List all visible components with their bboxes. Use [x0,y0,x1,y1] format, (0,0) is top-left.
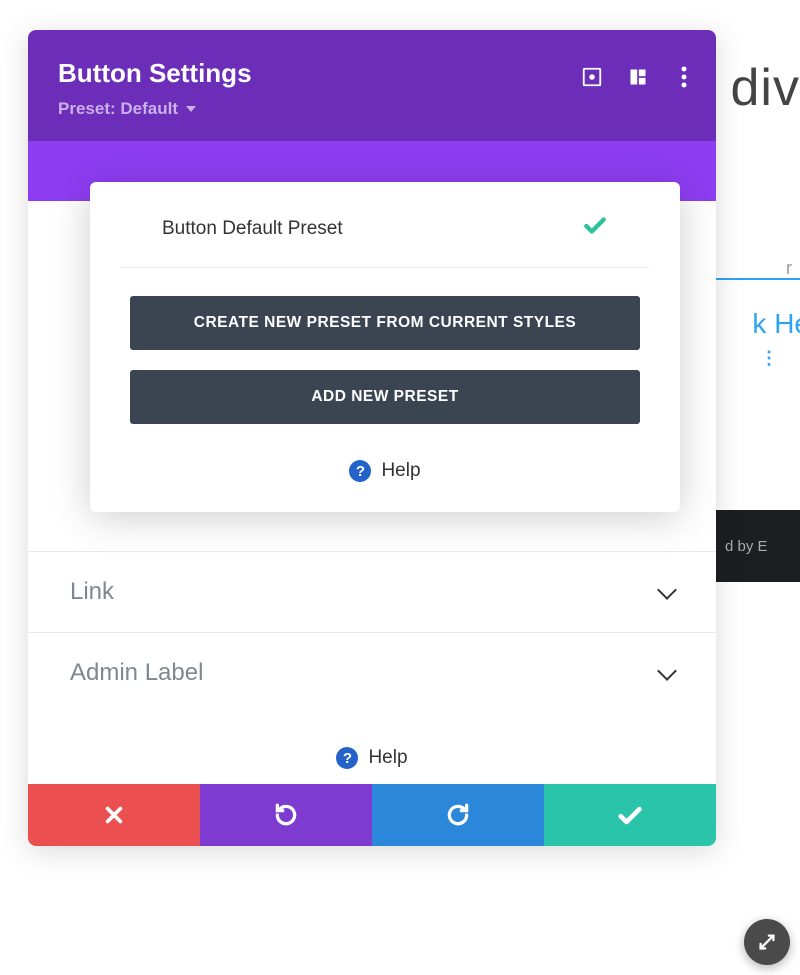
preset-prefix: Preset: [58,99,116,119]
chevron-down-icon [657,661,677,681]
more-icon[interactable] [672,65,696,89]
create-preset-button[interactable]: CREATE NEW PRESET FROM CURRENT STYLES [130,296,640,350]
background-more-icon: ⋮ [760,348,778,369]
chevron-down-icon [657,580,677,600]
background-blue-text: k He [752,308,800,340]
preset-dropdown-trigger[interactable]: Preset: Default [58,99,196,119]
caret-down-icon [186,106,196,112]
redo-button[interactable] [372,784,544,846]
accordion-label: Admin Label [70,659,203,687]
expand-icon[interactable] [626,65,650,89]
accordion-label: Link [70,578,114,606]
add-preset-button[interactable]: ADD NEW PRESET [130,370,640,424]
undo-button[interactable] [200,784,372,846]
preset-item-default[interactable]: Button Default Preset [120,182,650,268]
preset-item-label: Button Default Preset [162,218,343,240]
modal-help-row[interactable]: ? Help [28,713,716,784]
preset-popover: Button Default Preset CREATE NEW PRESET … [90,182,680,512]
background-footer-bar: d by E [710,510,800,582]
accordion-admin-label[interactable]: Admin Label [28,632,716,713]
responsive-icon[interactable] [580,65,604,89]
cancel-button[interactable] [28,784,200,846]
background-blue-underline [715,278,800,280]
modal-header: Button Settings Preset: Default [28,30,716,141]
settings-modal: Button Settings Preset: Default [28,30,716,846]
background-footer-text: d by E [725,538,768,555]
header-toolbar [580,65,696,89]
check-icon [582,212,608,245]
popover-help-row[interactable]: ? Help [90,460,680,482]
help-icon: ? [336,747,358,769]
accordion-link[interactable]: Link [28,551,716,632]
action-bar [28,784,716,846]
preset-value: Default [120,99,178,119]
help-label: Help [368,747,407,769]
background-partial-r: r [786,258,792,279]
save-button[interactable] [544,784,716,846]
resize-handle[interactable] [744,919,790,965]
help-icon: ? [349,460,371,482]
help-label: Help [381,460,420,482]
background-logo-text: div [731,58,800,118]
